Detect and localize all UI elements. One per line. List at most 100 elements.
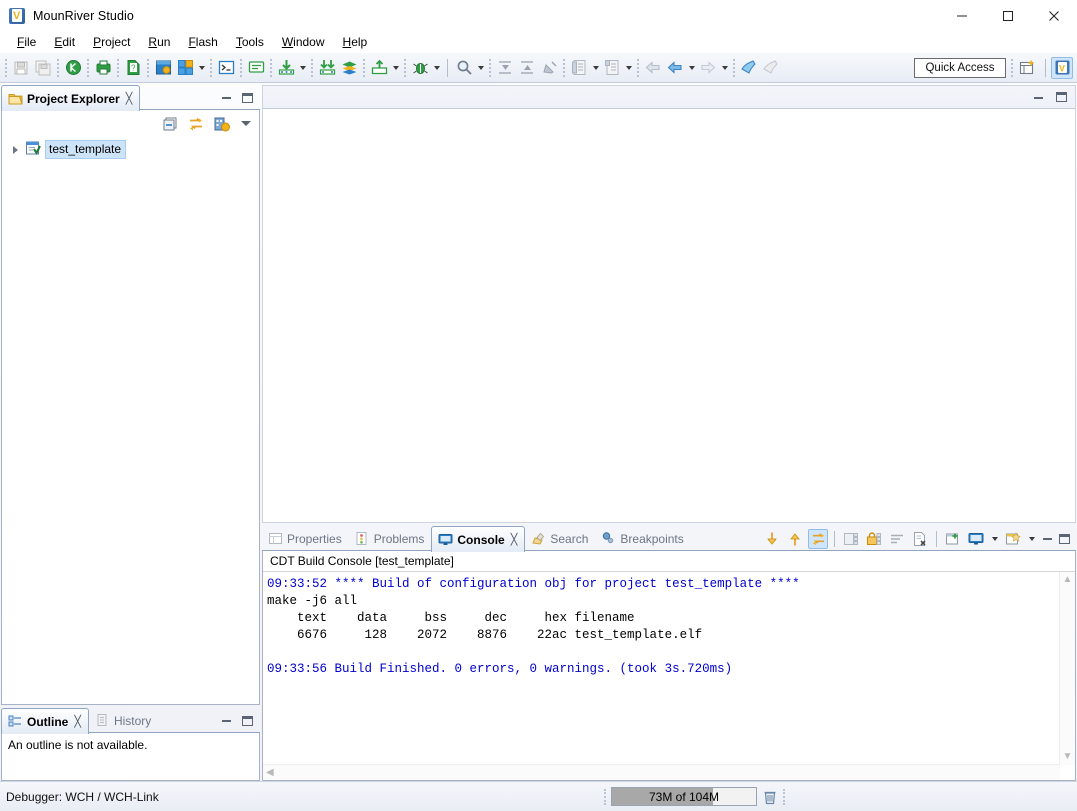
console-view-icon[interactable] xyxy=(245,57,267,79)
build-project-icon[interactable] xyxy=(62,57,84,79)
chevron-right-icon[interactable] xyxy=(10,144,21,155)
open-console-icon[interactable] xyxy=(1003,529,1023,549)
menu-project[interactable]: Project xyxy=(84,33,139,52)
close-icon[interactable]: ╳ xyxy=(126,92,133,105)
back-dropdown-arrow[interactable] xyxy=(686,57,697,79)
toolbar-separator xyxy=(1045,58,1046,77)
new-wizard-dropdown-arrow[interactable] xyxy=(196,57,207,79)
scroll-down-arrow-icon[interactable]: ▼ xyxy=(1060,749,1075,765)
tab-history[interactable]: History xyxy=(89,708,158,733)
open-console-dropdown-arrow[interactable] xyxy=(1026,529,1037,549)
import-icon[interactable] xyxy=(368,57,390,79)
console-horizontal-scrollbar[interactable]: ◀ xyxy=(263,764,1060,780)
tab-outline[interactable]: Outline ╳ xyxy=(1,708,89,734)
new-wizard-icon[interactable] xyxy=(174,57,196,79)
console-vertical-scrollbar[interactable]: ▲ ▼ xyxy=(1059,572,1075,765)
minimize-view-button[interactable] xyxy=(219,91,233,105)
mounriver-perspective-icon[interactable]: V xyxy=(1051,56,1073,79)
next-annotation-icon[interactable] xyxy=(494,57,516,79)
save-all-icon[interactable] xyxy=(32,57,54,79)
save-icon[interactable] xyxy=(10,57,32,79)
editor-canvas[interactable] xyxy=(262,109,1076,523)
open-element-dropdown-arrow[interactable] xyxy=(623,57,634,79)
scroll-up-icon[interactable] xyxy=(785,529,805,549)
display-console-dropdown-arrow[interactable] xyxy=(989,529,1000,549)
menu-flash[interactable]: Flash xyxy=(179,33,226,52)
search-dropdown-arrow[interactable] xyxy=(475,57,486,79)
forward-arrow-icon[interactable] xyxy=(697,57,719,79)
pin-console-icon[interactable] xyxy=(943,529,963,549)
quick-access-input[interactable]: Quick Access xyxy=(914,57,1006,78)
terminal-icon[interactable] xyxy=(215,57,237,79)
maximize-view-button[interactable] xyxy=(1057,532,1071,546)
toolbar-separator xyxy=(1011,58,1013,77)
download-icon[interactable] xyxy=(275,57,297,79)
view-menu-icon[interactable] xyxy=(241,121,251,126)
trash-icon[interactable] xyxy=(761,787,779,806)
close-icon[interactable]: ╳ xyxy=(74,715,81,728)
menu-run[interactable]: Run xyxy=(139,33,179,52)
toolbar-separator xyxy=(240,58,242,77)
search-icon[interactable] xyxy=(453,57,475,79)
scroll-left-arrow-icon[interactable]: ◀ xyxy=(263,765,277,781)
console-output[interactable]: 09:33:52 **** Build of configuration obj… xyxy=(263,572,1059,764)
scroll-lock-icon[interactable] xyxy=(808,528,828,549)
scroll-up-arrow-icon[interactable]: ▲ xyxy=(1060,572,1075,588)
maximize-view-button[interactable] xyxy=(240,714,254,728)
menu-help[interactable]: Help xyxy=(334,33,377,52)
download-all-icon[interactable] xyxy=(316,57,338,79)
restore-icon[interactable] xyxy=(760,57,782,79)
menu-tools[interactable]: Tools xyxy=(227,33,273,52)
tree-item-test-template[interactable]: test_template xyxy=(2,140,259,159)
lock-console-icon[interactable] xyxy=(864,529,884,549)
close-button[interactable] xyxy=(1031,0,1077,31)
word-wrap-icon[interactable] xyxy=(887,529,907,549)
maximize-editor-button[interactable] xyxy=(1054,90,1068,104)
maximize-view-button[interactable] xyxy=(240,91,254,105)
toolbar-separator xyxy=(363,58,365,77)
menu-file[interactable]: File xyxy=(8,33,45,52)
memory-gauge[interactable]: 73M of 104M xyxy=(611,787,757,806)
toolbar-separator xyxy=(489,58,491,77)
last-edit-location-icon[interactable] xyxy=(538,57,560,79)
pin-editor-icon[interactable] xyxy=(738,57,760,79)
new-project-icon[interactable] xyxy=(152,57,174,79)
open-type-icon[interactable] xyxy=(568,57,590,79)
back-arrow-icon[interactable] xyxy=(664,57,686,79)
import-dropdown-arrow[interactable] xyxy=(390,57,401,79)
forward-dropdown-arrow[interactable] xyxy=(719,57,730,79)
link-with-editor-icon[interactable] xyxy=(187,115,204,132)
maximize-button[interactable] xyxy=(985,0,1031,31)
minimize-view-button[interactable] xyxy=(219,714,233,728)
minimize-editor-button[interactable] xyxy=(1031,90,1045,104)
library-icon[interactable] xyxy=(338,57,360,79)
download-dropdown-arrow[interactable] xyxy=(297,57,308,79)
open-perspective-icon[interactable] xyxy=(1016,57,1040,79)
menu-window[interactable]: Window xyxy=(273,33,334,52)
collapse-all-icon[interactable] xyxy=(161,115,178,132)
debug-dropdown-arrow[interactable] xyxy=(431,57,442,79)
console-tabrow: Properties Problems Console ╳ Search Bre… xyxy=(262,526,1076,552)
open-type-dropdown-arrow[interactable] xyxy=(590,57,601,79)
build-configurations-icon[interactable] xyxy=(213,115,230,132)
open-element-icon[interactable] xyxy=(601,57,623,79)
menu-edit[interactable]: Edit xyxy=(45,33,84,52)
debug-bug-icon[interactable] xyxy=(409,57,431,79)
save-console-icon[interactable] xyxy=(841,529,861,549)
close-icon[interactable]: ╳ xyxy=(511,533,518,546)
display-console-icon[interactable] xyxy=(966,529,986,549)
tab-console[interactable]: Console ╳ xyxy=(431,526,526,552)
previous-annotation-icon[interactable] xyxy=(516,57,538,79)
new-file-icon[interactable]: ? xyxy=(122,57,144,79)
minimize-button[interactable] xyxy=(939,0,985,31)
scroll-down-icon[interactable] xyxy=(762,529,782,549)
tab-project-explorer[interactable]: Project Explorer ╳ xyxy=(1,85,141,111)
tab-breakpoints[interactable]: Breakpoints xyxy=(595,526,690,551)
print-icon[interactable] xyxy=(92,57,114,79)
clear-console-icon[interactable] xyxy=(910,529,930,549)
tab-search[interactable]: Search xyxy=(525,526,595,551)
back-history-icon[interactable] xyxy=(642,57,664,79)
tab-properties[interactable]: Properties xyxy=(262,526,349,551)
minimize-view-button[interactable] xyxy=(1040,532,1054,546)
tab-problems[interactable]: Problems xyxy=(349,526,432,551)
